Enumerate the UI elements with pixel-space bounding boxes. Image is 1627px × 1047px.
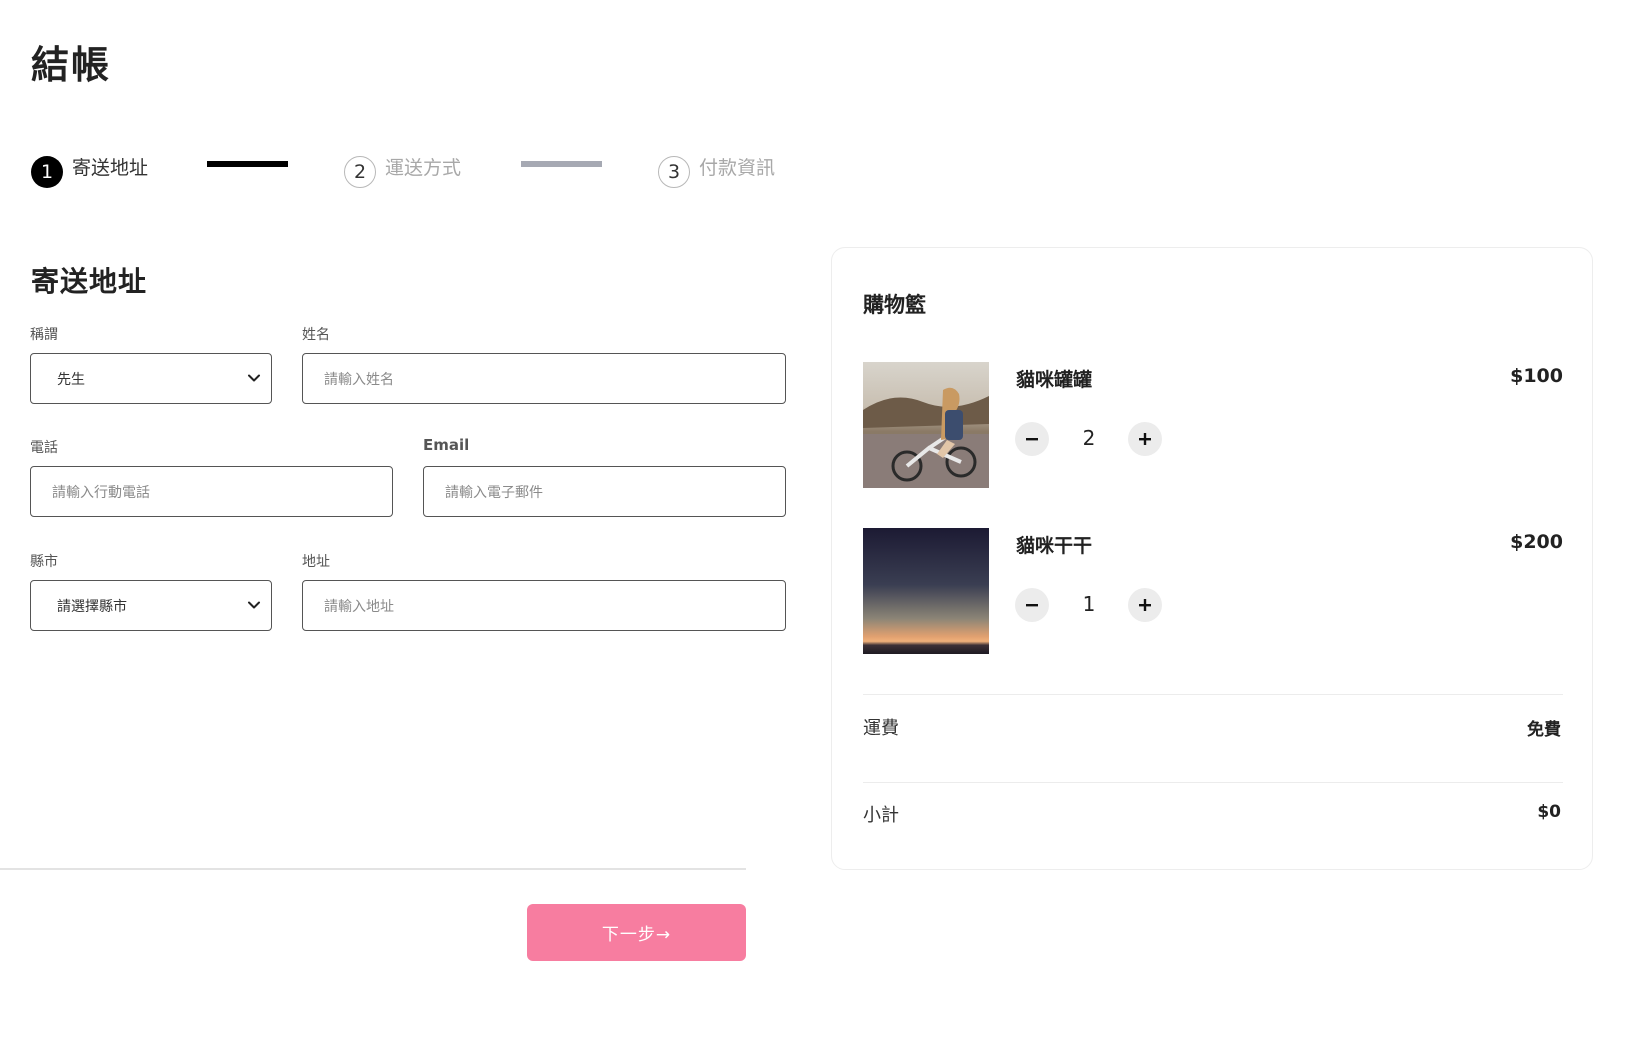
checkout-stepper: 1 寄送地址 2 運送方式 3 付款資訊: [31, 146, 791, 188]
increase-quantity-button[interactable]: [1128, 588, 1162, 622]
email-label: Email: [423, 436, 470, 454]
step-connector-1: [207, 161, 288, 167]
address-placeholder: 請輸入地址: [324, 598, 394, 615]
step-label-1: 寄送地址: [72, 156, 149, 179]
step-payment-info[interactable]: 3 付款資訊: [658, 146, 775, 188]
item-price: $100: [1510, 365, 1563, 387]
item-quantity: 2: [1082, 426, 1096, 450]
step-shipping-address[interactable]: 1 寄送地址: [31, 146, 148, 188]
item-name: 貓咪干干: [1016, 535, 1093, 557]
cart-item: 貓咪罐罐 $100 2: [863, 362, 1563, 488]
chevron-down-icon: [248, 601, 260, 609]
address-field[interactable]: 請輸入地址: [302, 580, 786, 631]
step-connector-2: [521, 161, 602, 167]
item-name: 貓咪罐罐: [1016, 369, 1093, 391]
phone-field[interactable]: 請輸入行動電話: [30, 466, 393, 517]
name-field[interactable]: 請輸入姓名: [302, 353, 786, 404]
step-label-3: 付款資訊: [699, 156, 776, 179]
step-label-2: 運送方式: [385, 156, 462, 179]
cart-title: 購物籃: [863, 293, 926, 317]
shipping-value: 免費: [1527, 720, 1561, 740]
email-placeholder: 請輸入電子郵件: [445, 484, 543, 501]
city-select[interactable]: 請選擇縣市: [30, 580, 272, 631]
phone-label: 電話: [30, 440, 58, 456]
product-image-sunset: [863, 528, 989, 654]
cart-item: 貓咪干干 $200 1: [863, 528, 1563, 654]
phone-placeholder: 請輸入行動電話: [52, 484, 150, 501]
step-delivery-method[interactable]: 2 運送方式: [344, 146, 461, 188]
subtotal-value: $0: [1537, 802, 1561, 822]
product-image-bicycle: [863, 362, 989, 488]
email-field[interactable]: 請輸入電子郵件: [423, 466, 786, 517]
section-title: 寄送地址: [31, 265, 148, 298]
step-number-1: 1: [31, 156, 63, 188]
step-number-2: 2: [344, 156, 376, 188]
cart-divider: [863, 694, 1563, 695]
cart-panel: 購物籃 貓咪罐罐 $100 2 貓咪干干 $200 1 運費 免費 小計 $0: [831, 247, 1593, 870]
city-value: 請選擇縣市: [57, 598, 127, 615]
item-quantity: 1: [1082, 592, 1096, 616]
chevron-down-icon: [248, 374, 260, 382]
item-price: $200: [1510, 531, 1563, 553]
form-divider: [0, 868, 746, 870]
decrease-quantity-button[interactable]: [1015, 422, 1049, 456]
salutation-label: 稱謂: [30, 327, 58, 343]
minus-icon: [1026, 604, 1038, 607]
salutation-select[interactable]: 先生: [30, 353, 272, 404]
minus-icon: [1026, 438, 1038, 441]
plus-icon: [1139, 599, 1151, 611]
name-placeholder: 請輸入姓名: [324, 371, 394, 388]
plus-icon: [1139, 433, 1151, 445]
address-label: 地址: [302, 554, 330, 570]
subtotal-label: 小計: [863, 805, 899, 826]
increase-quantity-button[interactable]: [1128, 422, 1162, 456]
decrease-quantity-button[interactable]: [1015, 588, 1049, 622]
page-title: 結帳: [31, 43, 112, 87]
name-label: 姓名: [302, 327, 330, 343]
next-step-button[interactable]: 下一步→: [527, 904, 746, 961]
salutation-value: 先生: [57, 371, 85, 388]
city-label: 縣市: [30, 554, 58, 570]
cart-divider: [863, 782, 1563, 783]
step-number-3: 3: [658, 156, 690, 188]
shipping-label: 運費: [863, 718, 899, 739]
